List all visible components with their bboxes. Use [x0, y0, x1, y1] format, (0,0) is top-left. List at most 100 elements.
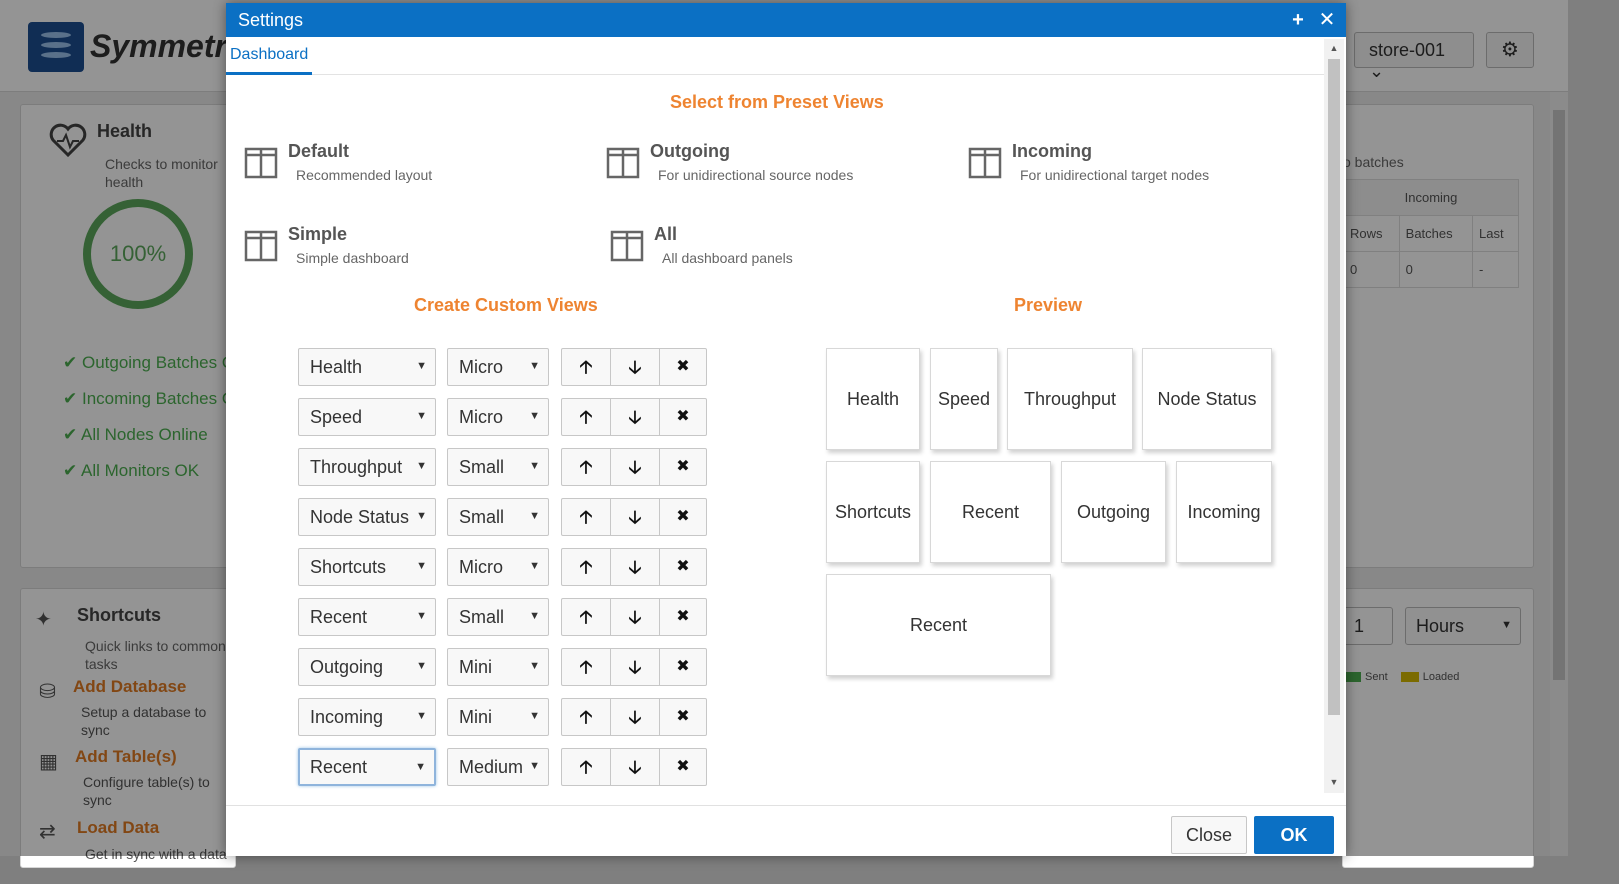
arrow-down-icon[interactable]: 🡣 — [610, 348, 660, 386]
size-select[interactable]: Small ▼ — [447, 598, 549, 636]
panel-select[interactable]: Recent ▼ — [298, 598, 436, 636]
caret-down-icon: ▼ — [529, 460, 540, 472]
preview-tile: Incoming — [1176, 461, 1272, 563]
preset-views-title: Select from Preset Views — [670, 92, 884, 112]
maximize-icon[interactable]: + — [1286, 7, 1310, 33]
remove-icon[interactable]: ✖ — [659, 398, 707, 436]
size-select-value: Micro — [459, 557, 503, 577]
arrow-down-icon[interactable]: 🡣 — [610, 748, 660, 786]
layout-columns-icon — [606, 147, 640, 179]
arrow-up-icon[interactable]: 🡡 — [561, 548, 611, 586]
arrow-up-icon[interactable]: 🡡 — [561, 748, 611, 786]
remove-icon[interactable]: ✖ — [659, 698, 707, 736]
caret-down-icon: ▼ — [415, 761, 426, 773]
preset-desc: For unidirectional source nodes — [658, 167, 854, 183]
remove-icon[interactable]: ✖ — [659, 548, 707, 586]
dialog-scrollbar[interactable]: ▲ ▼ — [1324, 39, 1344, 793]
size-select[interactable]: Micro ▼ — [447, 548, 549, 586]
arrow-down-icon[interactable]: 🡣 — [610, 648, 660, 686]
custom-views-title: Create Custom Views — [414, 295, 598, 315]
preview-title: Preview — [1014, 295, 1083, 315]
custom-view-row: Outgoing ▼ Mini ▼ 🡡 🡣 ✖ — [298, 648, 718, 686]
size-select[interactable]: Small ▼ — [447, 448, 549, 486]
size-select[interactable]: Mini ▼ — [447, 648, 549, 686]
remove-icon[interactable]: ✖ — [659, 348, 707, 386]
arrow-up-icon[interactable]: 🡡 — [561, 448, 611, 486]
arrow-down-icon[interactable]: 🡣 — [610, 448, 660, 486]
size-select[interactable]: Mini ▼ — [447, 698, 549, 736]
preset-desc: All dashboard panels — [662, 250, 793, 266]
arrow-up-icon[interactable]: 🡡 — [561, 648, 611, 686]
custom-view-row: Shortcuts ▼ Micro ▼ 🡡 🡣 ✖ — [298, 548, 718, 586]
size-select-value: Small — [459, 457, 505, 477]
tab-bar: Dashboard — [226, 37, 1324, 75]
settings-dialog: Settings + ✕ Dashboard ▲ ▼ Select from P… — [226, 3, 1346, 856]
preset-name: Simple — [288, 224, 348, 244]
tab-dashboard[interactable]: Dashboard — [226, 37, 313, 75]
dialog-header: Settings + ✕ — [226, 3, 1346, 37]
arrow-down-icon[interactable]: 🡣 — [610, 548, 660, 586]
panel-select-value: Speed — [310, 407, 363, 427]
panel-select-value: Health — [310, 357, 363, 377]
remove-icon[interactable]: ✖ — [659, 448, 707, 486]
caret-down-icon: ▼ — [416, 560, 427, 572]
panel-select[interactable]: Throughput ▼ — [298, 448, 436, 486]
caret-down-icon: ▼ — [416, 510, 427, 522]
remove-icon[interactable]: ✖ — [659, 598, 707, 636]
layout-columns-icon — [244, 230, 278, 262]
arrow-down-icon[interactable]: 🡣 — [610, 598, 660, 636]
custom-view-row: Recent ▼ Small ▼ 🡡 🡣 ✖ — [298, 598, 718, 636]
preview-tile: Node Status — [1142, 348, 1272, 450]
panel-select[interactable]: Health ▼ — [298, 348, 436, 386]
arrow-up-icon[interactable]: 🡡 — [561, 498, 611, 536]
preset-name: Outgoing — [650, 141, 730, 161]
size-select[interactable]: Medium ▼ — [447, 748, 549, 786]
size-select-value: Mini — [459, 707, 493, 727]
panel-select[interactable]: Node Status ▼ — [298, 498, 436, 536]
panel-select[interactable]: Incoming ▼ — [298, 698, 436, 736]
arrow-down-icon[interactable]: 🡣 — [610, 498, 660, 536]
preview-tile: Health — [826, 348, 920, 450]
size-select[interactable]: Small ▼ — [447, 498, 549, 536]
arrow-up-icon[interactable]: 🡡 — [561, 698, 611, 736]
caret-down-icon: ▼ — [529, 360, 540, 372]
layout-columns-icon — [244, 147, 278, 179]
preview-tile: Shortcuts — [826, 461, 920, 563]
arrow-up-icon[interactable]: 🡡 — [561, 348, 611, 386]
panel-select[interactable]: Speed ▼ — [298, 398, 436, 436]
custom-view-row: Recent ▼ Medium ▼ 🡡 🡣 ✖ — [298, 748, 718, 786]
custom-view-row: Node Status ▼ Small ▼ 🡡 🡣 ✖ — [298, 498, 718, 536]
panel-select[interactable]: Outgoing ▼ — [298, 648, 436, 686]
caret-down-icon: ▼ — [416, 360, 427, 372]
arrow-up-icon[interactable]: 🡡 — [561, 398, 611, 436]
remove-icon[interactable]: ✖ — [659, 648, 707, 686]
remove-icon[interactable]: ✖ — [659, 498, 707, 536]
caret-down-icon: ▼ — [416, 410, 427, 422]
scroll-up-icon[interactable]: ▲ — [1324, 43, 1344, 53]
size-select[interactable]: Micro ▼ — [447, 398, 549, 436]
custom-view-row: Throughput ▼ Small ▼ 🡡 🡣 ✖ — [298, 448, 718, 486]
ok-button[interactable]: OK — [1254, 816, 1334, 854]
close-button[interactable]: Close — [1171, 816, 1247, 854]
panel-select[interactable]: Recent ▼ — [298, 748, 436, 786]
panel-select-value: Incoming — [310, 707, 384, 727]
caret-down-icon: ▼ — [529, 710, 540, 722]
dialog-scrollbar-thumb[interactable] — [1328, 59, 1340, 715]
size-select-value: Micro — [459, 357, 503, 377]
arrow-up-icon[interactable]: 🡡 — [561, 598, 611, 636]
scroll-down-icon[interactable]: ▼ — [1324, 777, 1344, 787]
remove-icon[interactable]: ✖ — [659, 748, 707, 786]
caret-down-icon: ▼ — [416, 460, 427, 472]
size-select[interactable]: Micro ▼ — [447, 348, 549, 386]
size-select-value: Mini — [459, 657, 493, 677]
arrow-down-icon[interactable]: 🡣 — [610, 398, 660, 436]
close-icon[interactable]: ✕ — [1315, 7, 1339, 33]
caret-down-icon: ▼ — [416, 660, 427, 672]
size-select-value: Small — [459, 507, 505, 527]
panel-select-value: Shortcuts — [310, 557, 387, 577]
arrow-down-icon[interactable]: 🡣 — [610, 698, 660, 736]
caret-down-icon: ▼ — [416, 710, 427, 722]
preview-tile: Recent — [930, 461, 1051, 563]
preview-tile: Recent — [826, 574, 1051, 676]
panel-select[interactable]: Shortcuts ▼ — [298, 548, 436, 586]
